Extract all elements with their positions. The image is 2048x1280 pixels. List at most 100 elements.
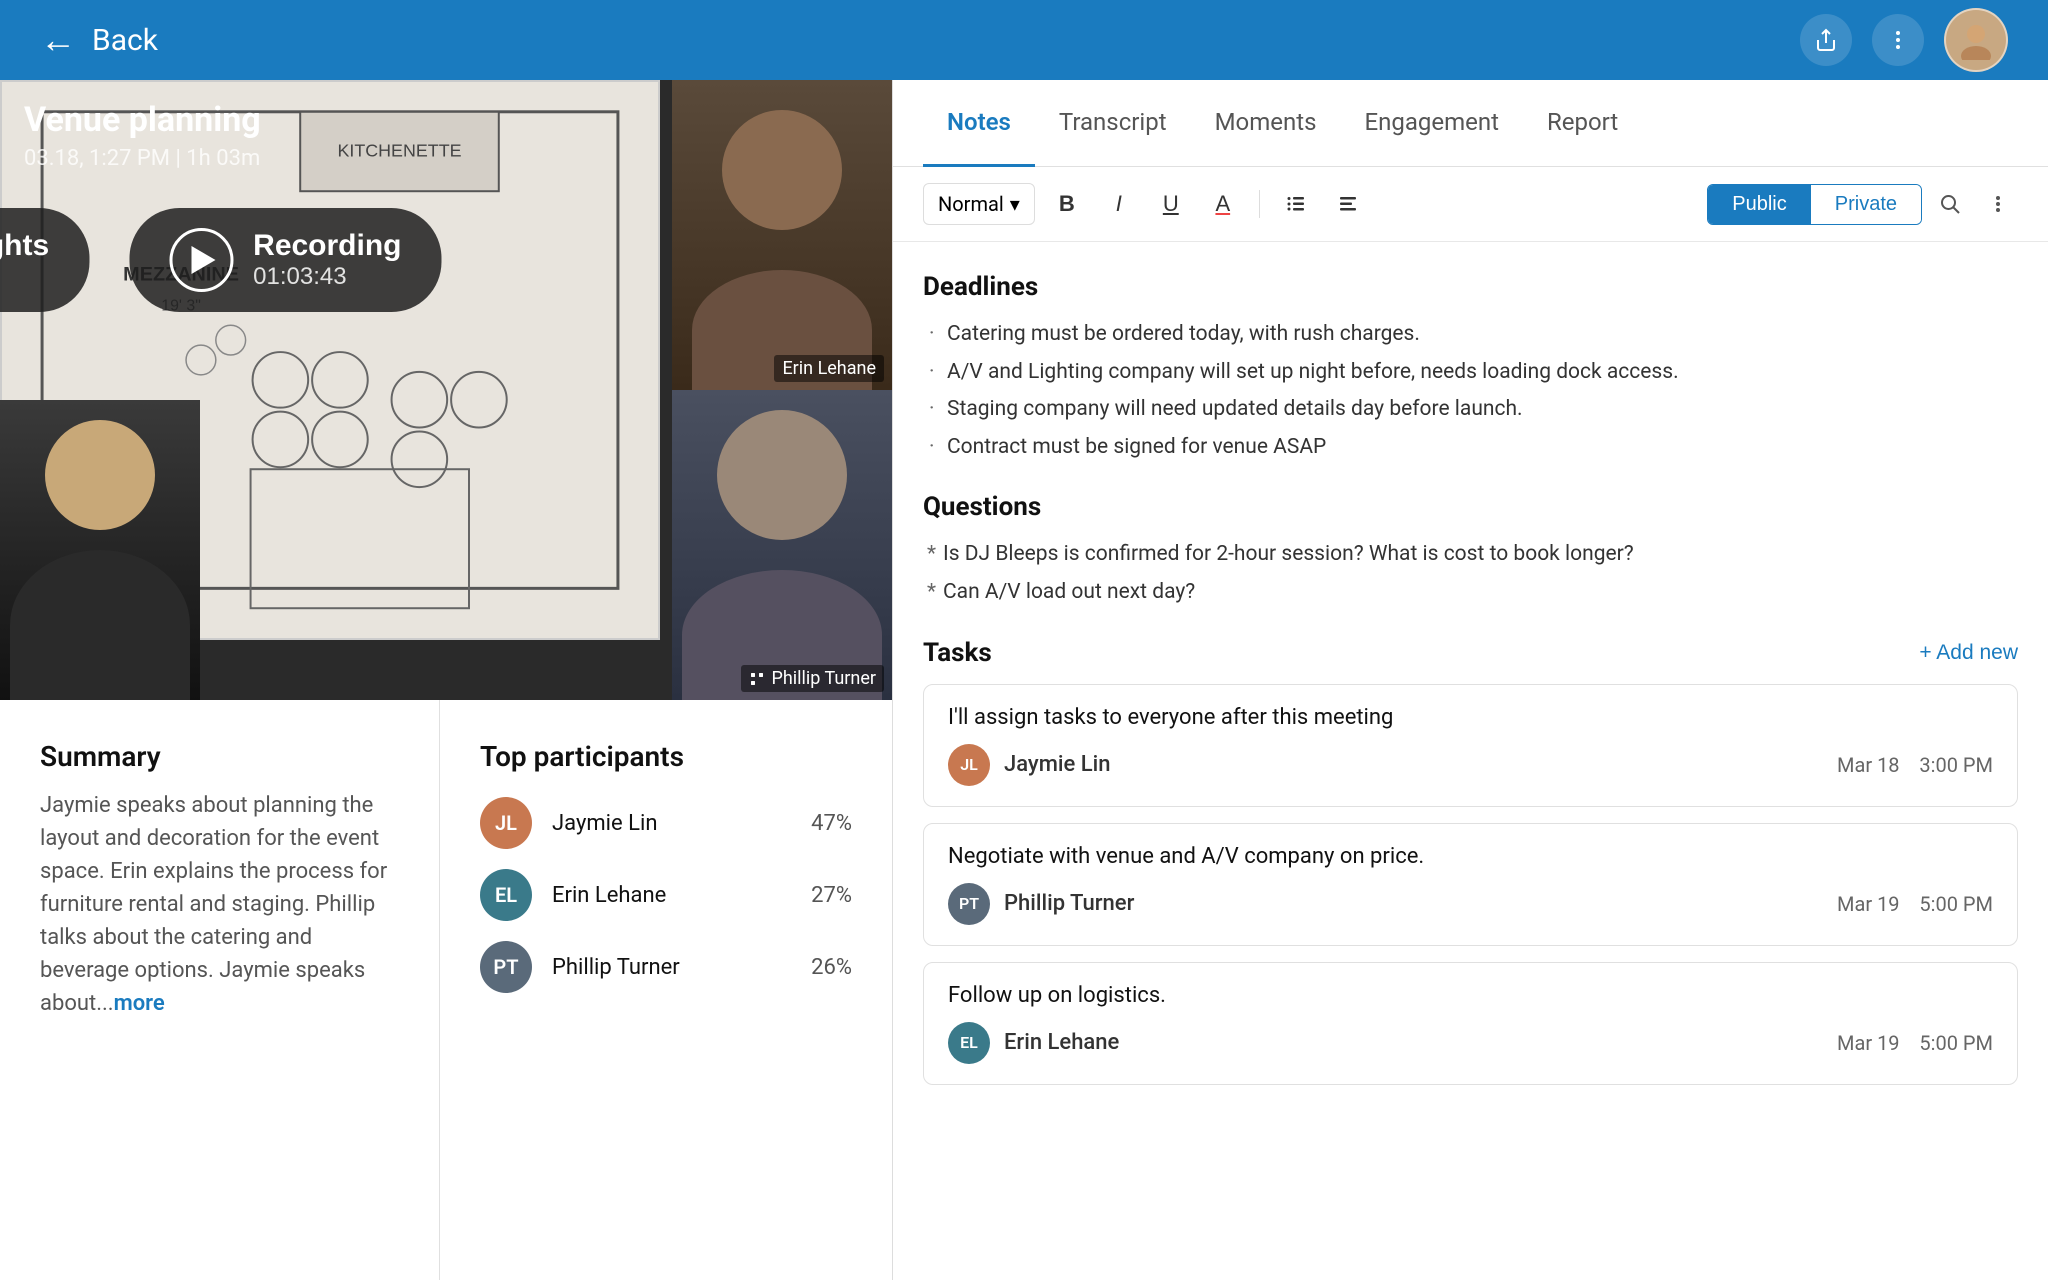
bold-button[interactable]: B bbox=[1047, 184, 1087, 224]
highlights-time: 00:25 bbox=[0, 263, 49, 291]
svg-text:KITCHENETTE: KITCHENETTE bbox=[337, 140, 461, 160]
style-dropdown[interactable]: Normal ▾ bbox=[923, 183, 1035, 225]
tab-engagement[interactable]: Engagement bbox=[1340, 80, 1523, 167]
back-arrow-icon: ← bbox=[40, 19, 76, 61]
main-content: Venue planning 03.18, 1:27 PM | 1h 03m K… bbox=[0, 80, 2048, 1280]
participant-row-erin: EL Erin Lehane 27% bbox=[480, 869, 852, 921]
private-toggle-button[interactable]: Private bbox=[1811, 185, 1921, 224]
task-avatar-2: PT bbox=[948, 883, 990, 925]
summary-section: Summary Jaymie speaks about planning the… bbox=[0, 700, 440, 1280]
participants-title: Top participants bbox=[480, 740, 852, 773]
right-panel: Notes Transcript Moments Engagement Repo… bbox=[892, 80, 2048, 1280]
participant-pct-phillip: 26% bbox=[792, 955, 852, 980]
recording-play-button[interactable]: Recording 01:03:43 bbox=[129, 208, 441, 312]
left-panel: Venue planning 03.18, 1:27 PM | 1h 03m K… bbox=[0, 80, 892, 1280]
tasks-section: Tasks + Add new I'll assign tasks to eve… bbox=[923, 638, 2018, 1085]
task-name-2: Phillip Turner bbox=[1004, 891, 1134, 916]
participant-row-jaymie: JL Jaymie Lin 47% bbox=[480, 797, 852, 849]
underline-button[interactable]: U bbox=[1151, 184, 1191, 224]
task-assignee-1: JL Jaymie Lin Mar 18 3:00 PM bbox=[948, 744, 1993, 786]
participant-video-erin: Erin Lehane bbox=[672, 80, 892, 390]
more-options-button[interactable] bbox=[1872, 14, 1924, 66]
tab-report[interactable]: Report bbox=[1523, 80, 1642, 167]
back-button[interactable]: ← Back bbox=[40, 19, 158, 61]
deadlines-title: Deadlines bbox=[923, 272, 2018, 302]
participant-name-erin: Erin Lehane bbox=[774, 355, 884, 382]
recording-time: 01:03:43 bbox=[253, 263, 401, 291]
tab-notes[interactable]: Notes bbox=[923, 80, 1035, 167]
header: ← Back bbox=[0, 0, 2048, 80]
task-card-1: I'll assign tasks to everyone after this… bbox=[923, 684, 2018, 807]
tasks-title: Tasks bbox=[923, 638, 992, 668]
task-assignee-3: EL Erin Lehane Mar 19 5:00 PM bbox=[948, 1022, 1993, 1064]
task-card-2: Negotiate with venue and A/V company on … bbox=[923, 823, 2018, 946]
person-phillip bbox=[672, 390, 892, 700]
back-label: Back bbox=[92, 23, 158, 58]
summary-title: Summary bbox=[40, 740, 399, 773]
tasks-header: Tasks + Add new bbox=[923, 638, 2018, 668]
tab-moments[interactable]: Moments bbox=[1191, 80, 1341, 167]
task-date-1: Mar 18 3:00 PM bbox=[1837, 753, 1993, 777]
italic-button[interactable]: I bbox=[1099, 184, 1139, 224]
task-assignee-2: PT Phillip Turner Mar 19 5:00 PM bbox=[948, 883, 1993, 925]
notes-content: Deadlines Catering must be ordered today… bbox=[893, 242, 2048, 1280]
bullet-list-button[interactable] bbox=[1276, 184, 1316, 224]
task-avatar-1: JL bbox=[948, 744, 990, 786]
person-erin bbox=[672, 80, 892, 390]
task-text-2: Negotiate with venue and A/V company on … bbox=[948, 844, 1993, 869]
header-actions bbox=[1800, 8, 2008, 72]
participant-row-phillip: PT Phillip Turner 26% bbox=[480, 941, 852, 993]
questions-section: Questions Is DJ Bleeps is confirmed for … bbox=[923, 492, 2018, 609]
person-body-jaymie bbox=[10, 550, 190, 700]
task-text-1: I'll assign tasks to everyone after this… bbox=[948, 705, 1993, 730]
deadlines-section: Deadlines Catering must be ordered today… bbox=[923, 272, 2018, 464]
tab-transcript[interactable]: Transcript bbox=[1035, 80, 1191, 167]
search-button[interactable] bbox=[1930, 184, 1970, 224]
meeting-info-overlay: Venue planning 03.18, 1:27 PM | 1h 03m bbox=[0, 80, 285, 191]
deadline-item-4: Contract must be signed for venue ASAP bbox=[923, 431, 2018, 465]
visibility-toggle: Public Private bbox=[1707, 184, 1922, 225]
participant-name-phillip-turner: Phillip Turner bbox=[552, 955, 752, 980]
highlights-play-button[interactable]: Highlights 00:25 bbox=[0, 208, 89, 312]
meeting-meta: 03.18, 1:27 PM | 1h 03m bbox=[24, 146, 261, 171]
bottom-info: Summary Jaymie speaks about planning the… bbox=[0, 700, 892, 1280]
summary-text: Jaymie speaks about planning the layout … bbox=[40, 789, 399, 1020]
participant-name-jaymie-lin: Jaymie Lin bbox=[552, 811, 752, 836]
participant-avatar-phillip: PT bbox=[480, 941, 532, 993]
recording-info: Recording 01:03:43 bbox=[253, 229, 401, 291]
public-toggle-button[interactable]: Public bbox=[1708, 185, 1810, 224]
deadline-item-2: A/V and Lighting company will set up nig… bbox=[923, 356, 2018, 390]
add-task-button[interactable]: + Add new bbox=[1919, 641, 2018, 665]
dropdown-arrow-icon: ▾ bbox=[1010, 192, 1020, 216]
notes-tabs: Notes Transcript Moments Engagement Repo… bbox=[893, 80, 2048, 167]
play-buttons: Highlights 00:25 Recording 01:03:43 bbox=[0, 208, 442, 312]
play-triangle-recording bbox=[191, 246, 215, 274]
more-options-notes-button[interactable] bbox=[1978, 184, 2018, 224]
participants-section: Top participants JL Jaymie Lin 47% EL Er… bbox=[440, 700, 892, 1280]
participant-pct-jaymie: 47% bbox=[792, 811, 852, 836]
question-item-2: Can A/V load out next day? bbox=[923, 576, 2018, 610]
participant-avatar-erin: EL bbox=[480, 869, 532, 921]
task-name-3: Erin Lehane bbox=[1004, 1030, 1119, 1055]
highlights-label: Highlights bbox=[0, 229, 49, 263]
task-name-1: Jaymie Lin bbox=[1004, 752, 1110, 777]
participant-name-phillip: Phillip Turner bbox=[741, 665, 884, 692]
user-avatar[interactable] bbox=[1944, 8, 2008, 72]
person-face-jaymie bbox=[45, 420, 155, 530]
participant-video-jaymie bbox=[0, 400, 200, 700]
style-label: Normal bbox=[938, 192, 1004, 216]
task-avatar-3: EL bbox=[948, 1022, 990, 1064]
person-face-phillip bbox=[717, 410, 847, 540]
highlights-info: Highlights 00:25 bbox=[0, 229, 49, 291]
recording-play-icon bbox=[169, 228, 233, 292]
toolbar-right: Public Private bbox=[1707, 184, 2018, 225]
share-button[interactable] bbox=[1800, 14, 1852, 66]
font-color-button[interactable]: A bbox=[1203, 184, 1243, 224]
summary-more-link[interactable]: more bbox=[114, 991, 165, 1016]
person-face bbox=[722, 110, 842, 230]
task-date-2: Mar 19 5:00 PM bbox=[1837, 892, 1993, 916]
participant-avatar-jaymie: JL bbox=[480, 797, 532, 849]
deadline-item-3: Staging company will need updated detail… bbox=[923, 393, 2018, 427]
participant-pct-erin: 27% bbox=[792, 883, 852, 908]
align-button[interactable] bbox=[1328, 184, 1368, 224]
